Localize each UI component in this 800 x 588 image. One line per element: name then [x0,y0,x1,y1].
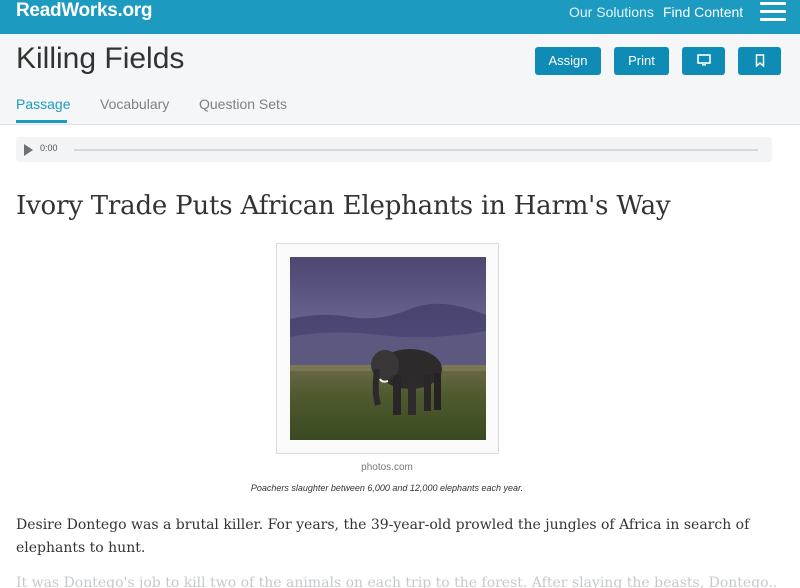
projector-button[interactable] [682,47,725,75]
audio-player: 0:00 [16,137,772,162]
elephant-photo [290,257,486,440]
article-image-frame [276,243,499,454]
audio-progress-track[interactable] [74,149,758,151]
nav-find-content[interactable]: Find Content [663,4,743,20]
tab-question-sets[interactable]: Question Sets [199,96,287,112]
play-icon[interactable] [24,144,33,156]
article-title: Ivory Trade Puts African Elephants in Ha… [16,191,671,221]
nav-our-solutions[interactable]: Our Solutions [569,4,654,20]
bookmark-button[interactable] [738,47,781,75]
image-caption: Poachers slaughter between 6,000 and 12,… [250,483,524,493]
article-paragraph-faded: It was Dontego's job to kill two of the … [16,575,776,588]
monitor-icon [696,54,711,66]
tab-vocabulary[interactable]: Vocabulary [100,96,169,112]
bookmark-icon [755,54,764,68]
tab-passage[interactable]: Passage [16,96,70,112]
page-title: Killing Fields [16,42,185,75]
print-button[interactable]: Print [614,47,669,75]
active-tab-indicator [16,120,67,123]
top-nav-bar: ReadWorks.org Our Solutions Find Content [0,0,800,34]
readworks-logo[interactable]: ReadWorks.org [16,0,152,22]
passage-header: Killing Fields Assign Print Passage Voca… [0,34,800,125]
hamburger-menu-icon[interactable] [760,2,786,24]
audio-time: 0:00 [40,143,58,153]
assign-button[interactable]: Assign [535,47,601,75]
image-credit: photos.com [361,462,413,473]
article-paragraph: Desire Dontego was a brutal killer. For … [16,517,750,556]
